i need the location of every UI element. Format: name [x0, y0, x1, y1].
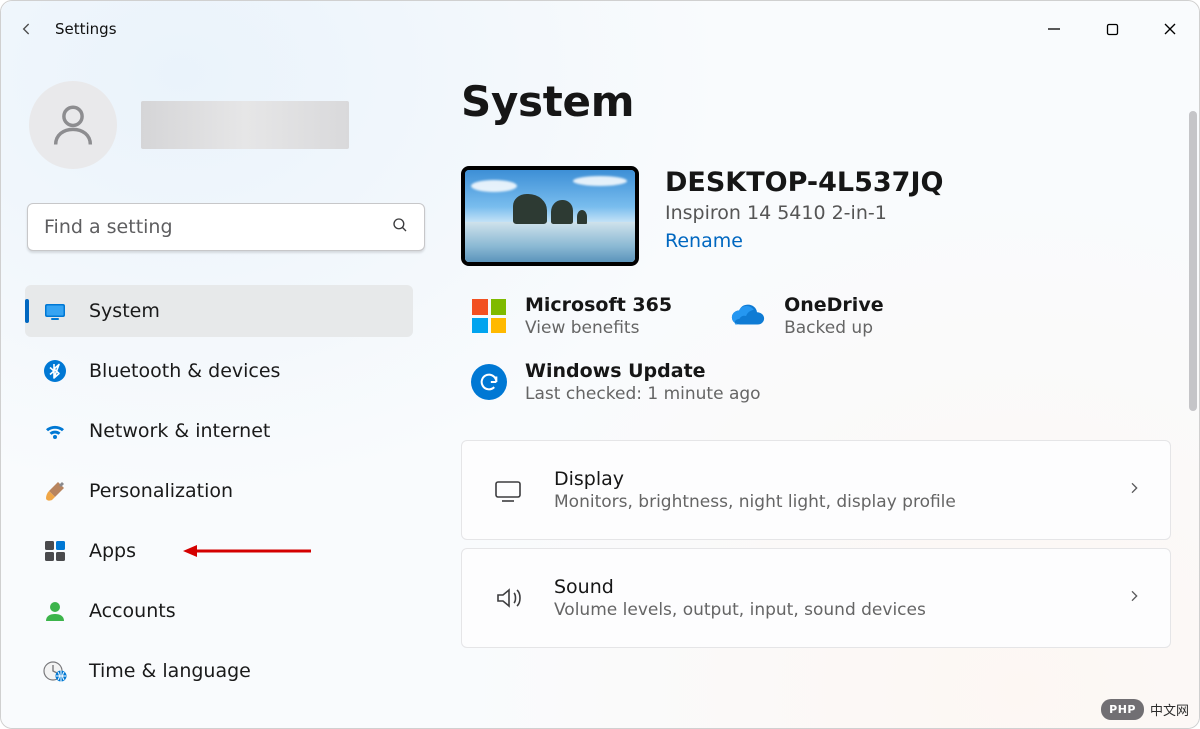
chevron-right-icon: [1126, 588, 1142, 608]
nav-label: Bluetooth & devices: [89, 360, 280, 382]
status-microsoft365[interactable]: Microsoft 365 View benefits: [471, 294, 672, 338]
nav-item-accounts[interactable]: Accounts: [25, 585, 413, 637]
nav-label: Apps: [89, 540, 136, 562]
nav-item-bluetooth[interactable]: Bluetooth & devices: [25, 345, 413, 397]
device-name: DESKTOP-4L537JQ: [665, 166, 943, 200]
accounts-icon: [43, 599, 67, 623]
rename-link[interactable]: Rename: [665, 230, 943, 252]
wifi-icon: [43, 419, 67, 443]
card-subtitle: Volume levels, output, input, sound devi…: [554, 600, 1098, 620]
card-title: Sound: [554, 576, 1098, 598]
apps-icon: [43, 539, 67, 563]
avatar: [29, 81, 117, 169]
search-field[interactable]: [27, 203, 425, 251]
status-windows-update[interactable]: Windows Update Last checked: 1 minute ag…: [461, 360, 1191, 404]
nav-item-personalization[interactable]: Personalization: [25, 465, 413, 517]
nav-item-system[interactable]: System: [25, 285, 413, 337]
search-input[interactable]: [27, 203, 425, 251]
settings-cards: Display Monitors, brightness, night ligh…: [461, 440, 1191, 648]
bluetooth-icon: [43, 359, 67, 383]
nav-label: Network & internet: [89, 420, 270, 442]
watermark-badge: PHP: [1101, 699, 1144, 720]
nav-label: System: [89, 300, 160, 322]
chevron-right-icon: [1126, 480, 1142, 500]
status-subtitle: Backed up: [784, 318, 884, 338]
minimize-button[interactable]: [1025, 9, 1083, 49]
desktop-thumbnail[interactable]: [461, 166, 639, 266]
status-title: OneDrive: [784, 294, 884, 316]
arrow-left-icon: [17, 19, 37, 39]
nav-label: Accounts: [89, 600, 176, 622]
nav-list: System Bluetooth & devices Network & int…: [25, 285, 413, 697]
sidebar: System Bluetooth & devices Network & int…: [1, 57, 433, 728]
window-buttons: [1025, 9, 1199, 49]
app-title: Settings: [55, 20, 117, 38]
device-model: Inspiron 14 5410 2-in-1: [665, 202, 943, 224]
card-sound[interactable]: Sound Volume levels, output, input, soun…: [461, 548, 1171, 648]
display-icon: [490, 472, 526, 508]
microsoft-logo-icon: [471, 298, 507, 334]
nav-item-apps[interactable]: Apps: [25, 525, 413, 577]
nav-label: Time & language: [89, 660, 251, 682]
nav-item-network[interactable]: Network & internet: [25, 405, 413, 457]
nav-item-time-language[interactable]: Time & language: [25, 645, 413, 697]
status-title: Microsoft 365: [525, 294, 672, 316]
close-button[interactable]: [1141, 9, 1199, 49]
minimize-icon: [1047, 22, 1061, 36]
username-redacted: [141, 101, 349, 149]
search-icon: [391, 216, 409, 238]
status-onedrive[interactable]: OneDrive Backed up: [730, 294, 884, 338]
maximize-icon: [1106, 23, 1119, 36]
back-button[interactable]: [1, 1, 53, 57]
onedrive-icon: [730, 298, 766, 334]
close-icon: [1163, 22, 1177, 36]
watermark: PHP 中文网: [1101, 699, 1189, 720]
nav-label: Personalization: [89, 480, 233, 502]
main-content: System DESKTOP-4L537JQ Inspiron 14 5410 …: [433, 57, 1199, 728]
status-subtitle: Last checked: 1 minute ago: [525, 384, 761, 404]
page-heading: System: [461, 77, 1191, 126]
paintbrush-icon: [43, 479, 67, 503]
sync-icon: [471, 364, 507, 400]
card-display[interactable]: Display Monitors, brightness, night ligh…: [461, 440, 1171, 540]
sound-icon: [490, 580, 526, 616]
card-subtitle: Monitors, brightness, night light, displ…: [554, 492, 1098, 512]
annotation-arrow-icon: [183, 544, 313, 558]
scrollbar[interactable]: [1189, 111, 1197, 411]
person-icon: [47, 99, 99, 151]
clock-globe-icon: [43, 659, 67, 683]
watermark-text: 中文网: [1150, 700, 1189, 719]
status-title: Windows Update: [525, 360, 761, 382]
device-summary: DESKTOP-4L537JQ Inspiron 14 5410 2-in-1 …: [461, 166, 1191, 266]
profile-section[interactable]: [25, 81, 413, 169]
card-title: Display: [554, 468, 1098, 490]
maximize-button[interactable]: [1083, 9, 1141, 49]
status-row: Microsoft 365 View benefits OneDrive Bac…: [461, 294, 1191, 338]
status-subtitle: View benefits: [525, 318, 672, 338]
monitor-icon: [43, 299, 67, 323]
titlebar: Settings: [1, 1, 1199, 57]
